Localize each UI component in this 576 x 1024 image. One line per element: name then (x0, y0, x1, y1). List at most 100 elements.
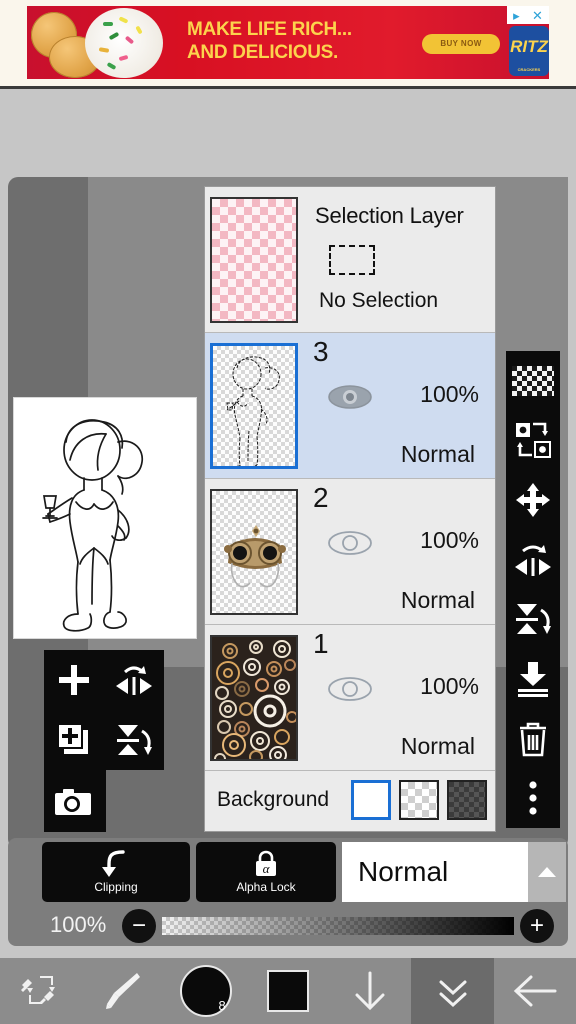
back-button[interactable] (494, 958, 576, 1024)
brush-tool-button[interactable] (82, 958, 164, 1024)
flip-horizontal-icon (515, 544, 551, 576)
background-swatch-light-checker[interactable] (399, 780, 439, 820)
swap-layers-button[interactable] (511, 413, 555, 467)
brush-eraser-swap-button[interactable] (0, 958, 82, 1024)
filled-circle-icon: 8 (179, 965, 232, 1017)
advertisement-banner[interactable]: MAKE LIFE RICH... AND DELICIOUS. BUY NOW… (0, 0, 576, 86)
blend-mode-expand-button[interactable] (528, 842, 566, 902)
merge-down-icon (518, 661, 548, 697)
layer-thumbnail[interactable] (210, 342, 298, 469)
flip-horizontal-icon (116, 666, 152, 695)
layer-blend-mode[interactable]: Normal (401, 733, 475, 760)
ad-content[interactable]: MAKE LIFE RICH... AND DELICIOUS. BUY NOW… (27, 6, 549, 79)
alpha-lock-button[interactable]: α Alpha Lock (196, 842, 336, 902)
flip-vertical-icon (516, 604, 551, 635)
canvas-artwork[interactable] (14, 398, 196, 638)
plate-illustration (85, 8, 163, 78)
opacity-decrease-button[interactable]: − (122, 909, 156, 943)
ad-info-icon[interactable]: ▸ (513, 9, 520, 22)
opacity-value: 100% (50, 912, 107, 937)
color-picker-button[interactable] (247, 958, 329, 1024)
move-layer-button[interactable] (511, 473, 555, 527)
eye-outline-icon[interactable] (327, 529, 373, 557)
delete-layer-button[interactable] (511, 712, 555, 766)
flip-vertical-button[interactable] (511, 592, 555, 646)
layers-panel[interactable]: Selection Layer No Selection 3 100% Norm… (204, 186, 496, 832)
camera-import-button[interactable] (44, 772, 104, 832)
add-layer-button[interactable] (44, 650, 104, 710)
close-icon[interactable]: ✕ (532, 9, 543, 22)
selection-layer-thumbnail[interactable] (210, 196, 298, 323)
selection-layer-title: Selection Layer (315, 203, 464, 228)
layer-thumbnail-wrap[interactable] (205, 342, 303, 469)
layer-row[interactable]: 3 100% Normal (205, 333, 495, 479)
layer-blend-mode[interactable]: Normal (401, 587, 475, 614)
clipping-button[interactable]: Clipping (42, 842, 190, 902)
transparency-checker-button[interactable] (511, 354, 555, 408)
opacity-slider-row[interactable]: 100% − + (8, 906, 568, 946)
duplicate-layer-button[interactable] (44, 710, 104, 770)
color-square-icon (266, 970, 309, 1012)
eye-outline-icon[interactable] (327, 675, 373, 703)
layer-blend-mode[interactable]: Normal (401, 441, 475, 468)
brush-eraser-swap-icon (21, 976, 56, 1004)
move-arrows-icon (516, 483, 550, 518)
triangle-up-icon (538, 867, 556, 877)
steampunk-goggles-thumb-art (224, 524, 286, 587)
ad-brand-subtitle: CRACKERS (517, 67, 541, 72)
ad-close-bar[interactable]: ▸ ✕ (507, 6, 549, 24)
layer-name: 1 (313, 628, 329, 659)
character-lineart (42, 419, 144, 632)
dashed-rectangle-icon (329, 245, 375, 275)
arrow-left-icon (513, 975, 557, 1007)
ad-buy-now-button[interactable]: BUY NOW (422, 34, 500, 54)
copy-plus-icon (57, 723, 88, 754)
selection-layer-row[interactable]: Selection Layer No Selection (205, 187, 495, 333)
flip-vertical-button[interactable] (104, 710, 164, 770)
layer-body: 2 100% Normal (303, 479, 495, 624)
layer-thumbnail[interactable] (210, 488, 298, 615)
brush-size-button[interactable]: 8 (165, 958, 247, 1024)
more-options-button[interactable] (511, 771, 555, 825)
selection-layer-thumbnail-wrap[interactable] (205, 196, 303, 323)
layer-row[interactable]: 1 100% Normal (205, 625, 495, 771)
camera-icon (55, 789, 91, 815)
alpha-lock-label: Alpha Lock (236, 880, 296, 894)
layer-opacity[interactable]: 100% (420, 527, 479, 554)
layer-thumbnail[interactable] (210, 634, 298, 761)
paintbrush-icon (106, 973, 141, 1009)
collapse-panel-button[interactable] (411, 958, 494, 1024)
background-row[interactable]: Background (205, 771, 495, 829)
layer-opacity[interactable]: 100% (420, 381, 479, 408)
opacity-increase-button[interactable]: + (520, 909, 554, 943)
gears-pattern-thumb-art (212, 636, 296, 759)
blend-mode-select[interactable]: Normal (342, 842, 566, 902)
eye-filled-icon[interactable] (327, 383, 373, 411)
layer-actions-toolbar[interactable] (506, 351, 560, 828)
layer-properties-bar: Clipping α Alpha Lock Normal 100% − + (8, 838, 568, 946)
merge-down-button[interactable] (511, 652, 555, 706)
ad-headline: MAKE LIFE RICH... AND DELICIOUS. (187, 18, 417, 64)
download-button[interactable] (329, 958, 411, 1024)
layer-thumbnail-wrap[interactable] (205, 488, 303, 615)
svg-text:α: α (263, 861, 271, 876)
alpha-padlock-icon: α (256, 850, 276, 876)
character-lineart-thumb-art (226, 355, 280, 466)
layer-thumbnail-wrap[interactable] (205, 634, 303, 761)
app-root: MAKE LIFE RICH... AND DELICIOUS. BUY NOW… (0, 0, 576, 1024)
opacity-slider-track[interactable] (162, 917, 514, 935)
brush-size-value: 8 (218, 998, 226, 1013)
flip-horizontal-button[interactable] (511, 533, 555, 587)
layer-opacity[interactable]: 100% (420, 673, 479, 700)
blend-mode-value: Normal (358, 856, 449, 887)
background-swatch-white[interactable] (351, 780, 391, 820)
ad-headline-line-2: AND DELICIOUS. (187, 42, 338, 63)
flip-horizontal-button[interactable] (104, 650, 164, 710)
swap-layers-icon (516, 423, 551, 459)
layer-quick-toolbar[interactable] (44, 650, 164, 832)
arrow-down-hook-icon (102, 850, 125, 877)
layer-row[interactable]: 2 100% Normal (205, 479, 495, 625)
three-dots-vertical-icon (529, 781, 537, 815)
background-swatch-dark-checker[interactable] (447, 780, 487, 820)
trash-icon (520, 722, 546, 756)
